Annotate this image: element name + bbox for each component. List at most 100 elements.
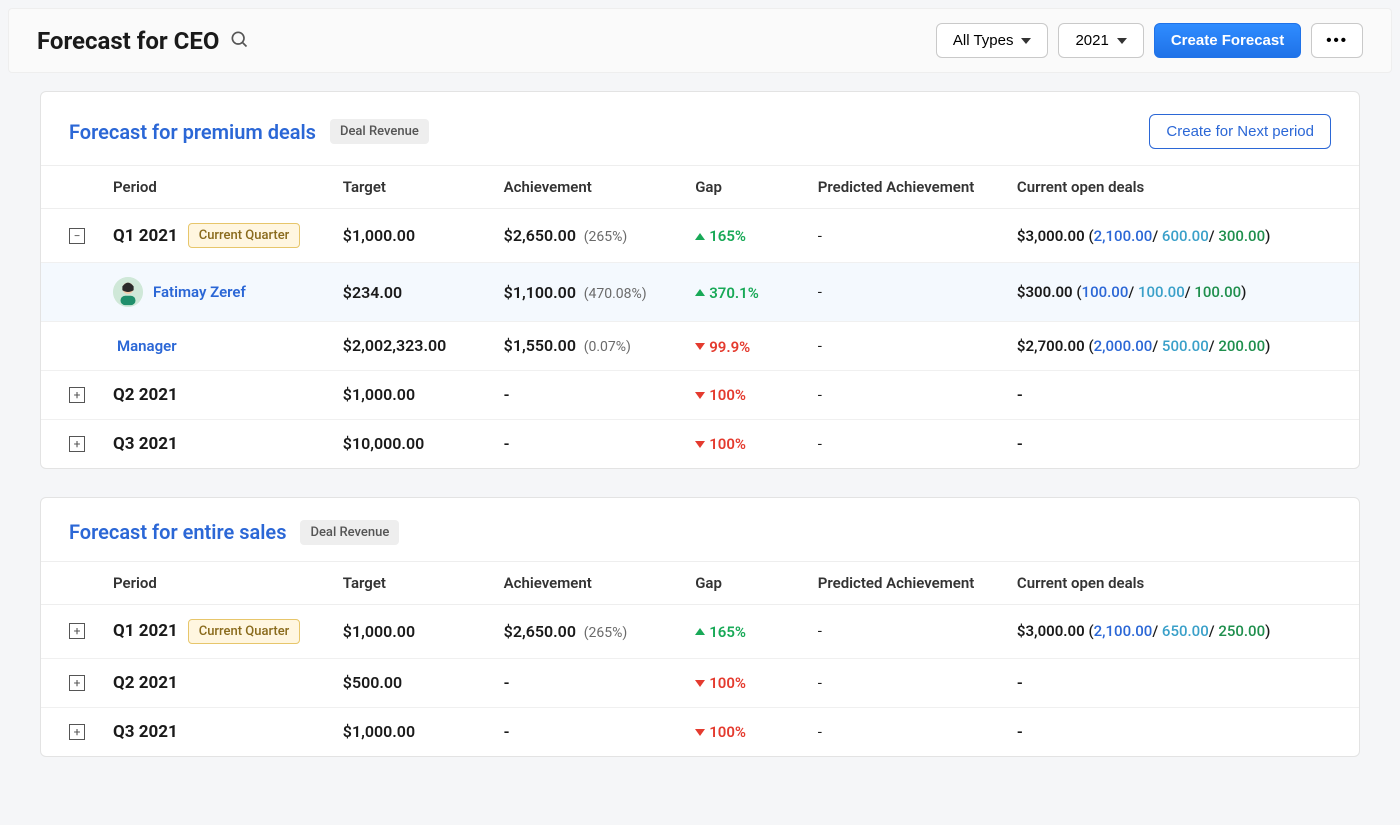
achievement-cell: - (504, 722, 696, 741)
content-area: Forecast for premium deals Deal Revenue … (0, 81, 1400, 825)
year-filter-dropdown[interactable]: 2021 (1058, 23, 1143, 58)
achievement-cell: - (504, 673, 696, 692)
open-deals-cell: - (1017, 673, 1331, 692)
col-target: Target (343, 574, 504, 592)
predicted-cell: - (818, 386, 1017, 404)
achievement-cell: $1,550.00 (0.07%) (504, 336, 696, 355)
period-label: Q3 2021 (113, 434, 178, 454)
col-predicted: Predicted Achievement (818, 178, 1017, 196)
open-deals-cell: - (1017, 722, 1331, 741)
chevron-down-icon (1021, 38, 1031, 44)
search-icon[interactable] (229, 27, 249, 55)
gap-value: 370.1% (709, 284, 759, 302)
table-sub-row: Manager $2,002,323.00 $1,550.00 (0.07%) … (41, 322, 1359, 371)
deals-seg1: 100.00 (1082, 283, 1129, 301)
arrow-down-icon (695, 729, 705, 736)
open-deals-cell: $2,700.00 (2,000.00/ 500.00/ 200.00) (1017, 337, 1331, 355)
achievement-cell: - (504, 434, 696, 453)
achievement-cell: $2,650.00 (265%) (504, 226, 696, 245)
col-target: Target (343, 178, 504, 196)
deals-seg2: 650.00 (1162, 622, 1209, 640)
page-title: Forecast for CEO (37, 27, 249, 55)
achievement-value: $2,650.00 (504, 622, 576, 641)
panel-tag: Deal Revenue (300, 520, 399, 545)
type-filter-dropdown[interactable]: All Types (936, 23, 1049, 58)
deals-seg1: 2,100.00 (1094, 622, 1153, 640)
page-title-text: Forecast for CEO (37, 27, 219, 55)
panel-header: Forecast for premium deals Deal Revenue … (41, 92, 1359, 165)
deals-seg2: 100.00 (1138, 283, 1185, 301)
gap-cell: 165% (695, 226, 818, 246)
deals-seg2: 500.00 (1162, 337, 1209, 355)
open-deals-cell: $300.00 (100.00/ 100.00/ 100.00) (1017, 283, 1331, 301)
col-achievement: Achievement (504, 574, 696, 592)
year-filter-label: 2021 (1075, 32, 1108, 49)
collapse-icon[interactable]: − (69, 228, 85, 244)
achievement-pct: (470.08%) (584, 286, 647, 302)
col-gap: Gap (695, 178, 818, 196)
predicted-cell: - (818, 337, 1017, 355)
gap-value: 100% (709, 386, 746, 404)
achievement-value: $1,550.00 (504, 336, 576, 355)
deals-seg3: 300.00 (1218, 227, 1265, 245)
expand-icon[interactable]: + (69, 436, 85, 452)
target-cell: $2,002,323.00 (343, 336, 504, 355)
deals-seg2: 600.00 (1162, 227, 1209, 245)
expand-icon[interactable]: + (69, 623, 85, 639)
period-label: Q1 2021 (113, 226, 178, 246)
gap-value: 99.9% (709, 338, 750, 356)
deals-seg3: 250.00 (1218, 622, 1265, 640)
achievement-cell: - (504, 385, 696, 404)
gap-value: 100% (709, 435, 746, 453)
predicted-cell: - (818, 674, 1017, 692)
expand-icon[interactable]: + (69, 675, 85, 691)
arrow-up-icon (695, 628, 705, 635)
create-next-period-button[interactable]: Create for Next period (1149, 114, 1331, 149)
table-row: + Q2 2021 $1,000.00 - 100% - - (41, 371, 1359, 420)
target-cell: $1,000.00 (343, 622, 504, 641)
user-link[interactable]: Fatimay Zeref (153, 283, 246, 301)
arrow-up-icon (695, 233, 705, 240)
period-label: Q2 2021 (113, 385, 178, 405)
predicted-cell: - (818, 723, 1017, 741)
deals-total: $3,000.00 (1017, 622, 1085, 640)
panel-tag: Deal Revenue (330, 119, 429, 144)
target-cell: $1,000.00 (343, 226, 504, 245)
deals-total: $2,700.00 (1017, 337, 1085, 355)
predicted-cell: - (818, 435, 1017, 453)
expand-icon[interactable]: + (69, 387, 85, 403)
more-actions-button[interactable]: ••• (1311, 23, 1363, 58)
period-label: Q3 2021 (113, 722, 178, 742)
gap-cell: 370.1% (695, 282, 818, 302)
create-next-period-label: Create for Next period (1166, 123, 1314, 140)
col-period: Period (113, 178, 343, 196)
create-forecast-button[interactable]: Create Forecast (1154, 23, 1301, 58)
achievement-value: $2,650.00 (504, 226, 576, 245)
manager-link[interactable]: Manager (117, 337, 177, 355)
target-cell: $10,000.00 (343, 434, 504, 453)
col-achievement: Achievement (504, 178, 696, 196)
forecast-panel-premium: Forecast for premium deals Deal Revenue … (40, 91, 1360, 469)
col-open-deals: Current open deals (1017, 574, 1331, 592)
avatar (113, 277, 143, 307)
gap-value: 100% (709, 674, 746, 692)
panel-title[interactable]: Forecast for premium deals (69, 120, 316, 144)
forecast-panel-entire-sales: Forecast for entire sales Deal Revenue P… (40, 497, 1360, 757)
user-cell: Manager (113, 337, 343, 355)
achievement-cell: $1,100.00 (470.08%) (504, 283, 696, 302)
open-deals-cell: - (1017, 385, 1331, 404)
type-filter-label: All Types (953, 32, 1014, 49)
predicted-cell: - (818, 622, 1017, 640)
deals-seg1: 2,000.00 (1094, 337, 1153, 355)
panel-title[interactable]: Forecast for entire sales (69, 520, 286, 544)
arrow-down-icon (695, 441, 705, 448)
table-row: + Q2 2021 $500.00 - 100% - - (41, 659, 1359, 708)
gap-value: 165% (709, 623, 746, 641)
expand-icon[interactable]: + (69, 724, 85, 740)
header-actions: All Types 2021 Create Forecast ••• (936, 23, 1363, 58)
gap-value: 100% (709, 723, 746, 741)
page-header: Forecast for CEO All Types 2021 Create F… (8, 8, 1392, 73)
table-header-row: Period Target Achievement Gap Predicted … (41, 165, 1359, 209)
col-gap: Gap (695, 574, 818, 592)
table-sub-row: Fatimay Zeref $234.00 $1,100.00 (470.08%… (41, 263, 1359, 322)
